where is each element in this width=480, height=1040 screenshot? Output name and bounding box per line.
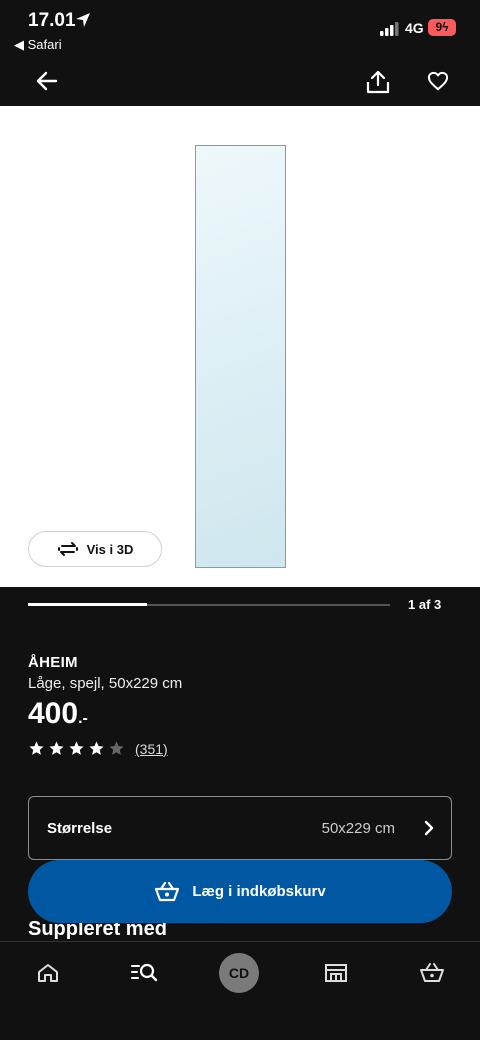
cellular-signal-icon (380, 22, 399, 36)
status-bar: 17.01 ◀ Safari 4G 9ϟ (0, 0, 480, 60)
home-icon (38, 964, 58, 982)
product-rating[interactable]: (351) (28, 740, 168, 757)
product-name: ÅHEIM (28, 654, 78, 671)
bottom-navigation: CD (0, 941, 480, 1040)
nav-search[interactable] (120, 956, 168, 990)
add-to-cart-label: Læg i indkøbskurv (192, 883, 326, 900)
location-arrow-icon (76, 13, 90, 27)
status-time: 17.01 (28, 10, 76, 31)
back-app-label: Safari (27, 37, 62, 52)
favorite-button[interactable] (418, 61, 458, 101)
star-filled-icon (49, 741, 64, 755)
share-button[interactable] (358, 62, 398, 102)
star-empty-icon (109, 741, 124, 755)
basket-icon (420, 963, 444, 982)
nav-home[interactable] (24, 956, 72, 990)
rotate-3d-icon (57, 542, 78, 556)
nav-store[interactable] (312, 956, 360, 990)
chevron-right-icon (424, 820, 434, 836)
charging-bolt-icon: ϟ (442, 20, 449, 34)
gallery-counter: 1 af 3 (408, 597, 442, 612)
heart-icon (427, 71, 449, 91)
price-value: 400 (28, 697, 79, 730)
size-value: 50x229 cm (321, 820, 395, 837)
search-icon (131, 963, 158, 982)
product-image-gallery[interactable]: Vis i 3D (0, 106, 480, 587)
product-description: Låge, spejl, 50x229 cm (28, 675, 183, 692)
nav-cart[interactable] (408, 956, 456, 990)
price-suffix: .- (78, 710, 88, 727)
shopping-basket-icon (155, 881, 180, 901)
arrow-left-icon (36, 71, 58, 91)
back-triangle-icon: ◀ (14, 37, 24, 52)
view-in-3d-label: Vis i 3D (86, 541, 134, 557)
profile-avatar[interactable]: CD (219, 953, 259, 993)
back-button[interactable] (27, 61, 67, 101)
product-price: 400.- (28, 697, 88, 731)
battery-indicator: 9ϟ (428, 19, 456, 36)
review-count-link[interactable]: (351) (135, 741, 168, 757)
back-to-app-link[interactable]: ◀ Safari (14, 37, 62, 53)
rating-stars (28, 740, 125, 757)
size-label: Størrelse (47, 820, 113, 837)
gallery-progress-fill (28, 603, 148, 606)
gallery-progress-bar (28, 603, 390, 606)
view-in-3d-button[interactable]: Vis i 3D (28, 531, 162, 567)
top-bar (0, 60, 480, 106)
star-filled-icon (89, 741, 104, 755)
product-image-mirror-door (195, 145, 286, 568)
star-filled-icon (69, 741, 84, 755)
add-to-cart-button[interactable]: Læg i indkøbskurv (28, 860, 452, 923)
size-selector[interactable]: Størrelse 50x229 cm (28, 796, 452, 860)
share-icon (366, 70, 390, 94)
store-icon (325, 964, 347, 982)
network-type: 4G (405, 20, 424, 36)
star-filled-icon (29, 741, 44, 755)
